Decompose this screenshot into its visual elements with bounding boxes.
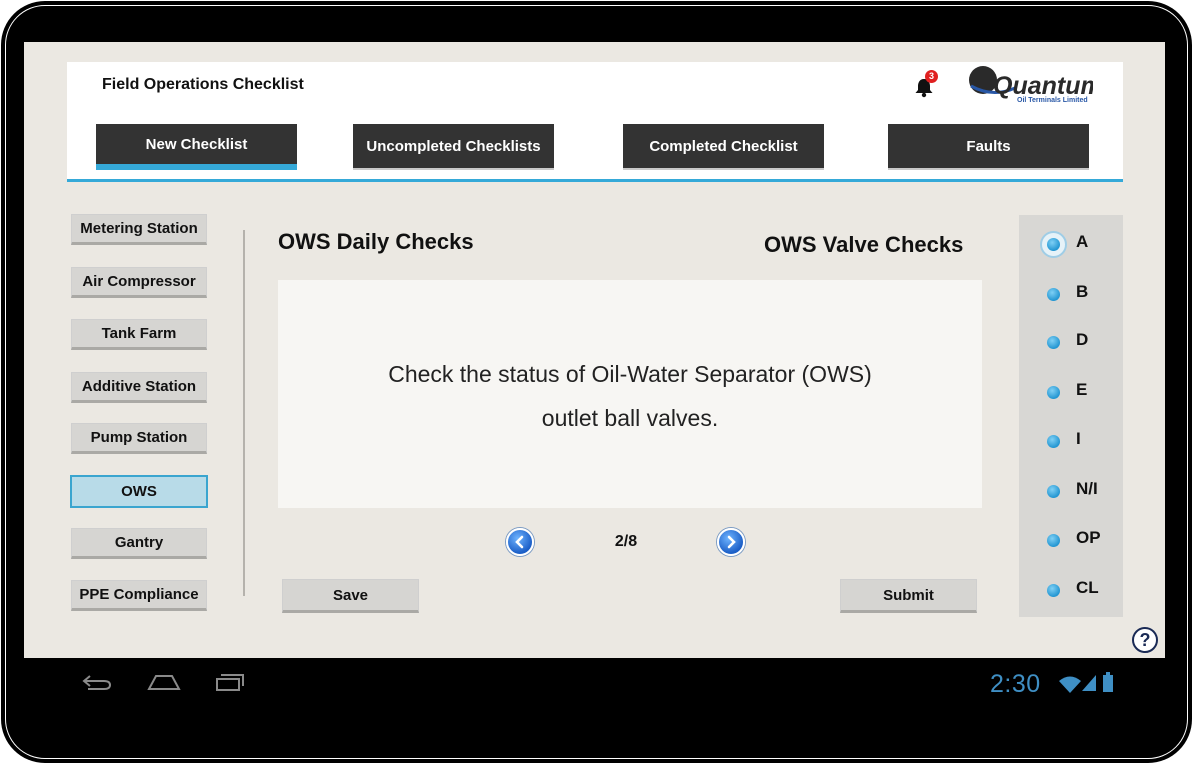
- question-line-1: Check the status of Oil-Water Separator …: [388, 361, 872, 387]
- tab-new-checklist[interactable]: New Checklist: [96, 124, 297, 170]
- option-label: B: [1076, 282, 1089, 301]
- option-a[interactable]: A: [1019, 229, 1123, 258]
- subsection-title: OWS Valve Checks: [764, 232, 964, 257]
- previous-question-button[interactable]: [506, 528, 534, 556]
- option-label: I: [1076, 429, 1081, 448]
- app-screen: Field Operations Checklist 3 Quantum Oil…: [24, 42, 1165, 658]
- sidebar-divider: [243, 230, 245, 596]
- next-question-button[interactable]: [717, 528, 745, 556]
- system-navigation-bar: 2:30: [24, 658, 1165, 712]
- home-icon[interactable]: [146, 672, 182, 692]
- logo-subtitle: Oil Terminals Limited: [1017, 97, 1088, 104]
- app-header: Field Operations Checklist 3 Quantum Oil…: [67, 62, 1123, 182]
- tab-faults[interactable]: Faults: [888, 124, 1089, 170]
- battery-icon: [1103, 672, 1113, 692]
- sidebar-item-pump-station[interactable]: Pump Station: [71, 423, 207, 454]
- question-text: Check the status of Oil-Water Separator …: [278, 352, 982, 440]
- radio-dot-icon: [1047, 238, 1060, 251]
- wifi-icon: [1059, 676, 1081, 693]
- option-label: N/I: [1076, 479, 1098, 498]
- section-title: OWS Daily Checks: [278, 229, 474, 254]
- sidebar-item-air-compressor[interactable]: Air Compressor: [71, 267, 207, 298]
- chevron-left-icon: [515, 535, 524, 549]
- help-icon[interactable]: ?: [1132, 627, 1158, 653]
- question-card: Check the status of Oil-Water Separator …: [278, 280, 982, 508]
- back-icon[interactable]: [80, 672, 114, 692]
- app-title: Field Operations Checklist: [102, 76, 304, 93]
- option-label: E: [1076, 380, 1088, 399]
- save-button[interactable]: Save: [282, 579, 419, 613]
- option-label: D: [1076, 330, 1089, 349]
- sidebar-item-additive-station[interactable]: Additive Station: [71, 372, 207, 403]
- sidebar-item-tank-farm[interactable]: Tank Farm: [71, 319, 207, 350]
- answer-options-panel: A B D E I N/I OP CL: [1019, 215, 1123, 617]
- sidebar-item-ppe-compliance[interactable]: PPE Compliance: [71, 580, 207, 611]
- notification-badge: 3: [925, 70, 938, 83]
- signal-icon: [1082, 675, 1096, 691]
- sidebar-item-metering-station[interactable]: Metering Station: [71, 214, 207, 245]
- tab-completed-checklist[interactable]: Completed Checklist: [623, 124, 824, 170]
- sidebar-item-gantry[interactable]: Gantry: [71, 528, 207, 559]
- radio-dot-icon: [1047, 584, 1060, 597]
- option-label: CL: [1076, 578, 1099, 597]
- option-ni[interactable]: N/I: [1019, 476, 1123, 504]
- option-label: A: [1076, 232, 1089, 251]
- radio-dot-icon: [1047, 485, 1060, 498]
- recent-apps-icon[interactable]: [214, 672, 246, 692]
- option-label: OP: [1076, 528, 1101, 547]
- option-d[interactable]: D: [1019, 327, 1123, 355]
- option-op[interactable]: OP: [1019, 525, 1123, 553]
- chevron-right-icon: [727, 535, 736, 549]
- radio-dot-icon: [1047, 435, 1060, 448]
- option-b[interactable]: B: [1019, 279, 1123, 307]
- tab-uncompleted-checklists[interactable]: Uncompleted Checklists: [353, 124, 554, 170]
- sidebar-item-ows[interactable]: OWS: [70, 475, 208, 508]
- submit-button[interactable]: Submit: [840, 579, 977, 613]
- status-clock: 2:30: [990, 670, 1041, 698]
- page-counter: 2/8: [614, 533, 638, 550]
- radio-dot-icon: [1047, 534, 1060, 547]
- option-e[interactable]: E: [1019, 377, 1123, 405]
- option-cl[interactable]: CL: [1019, 575, 1123, 603]
- option-i[interactable]: I: [1019, 426, 1123, 454]
- logo-wordmark: Quantum: [993, 72, 1093, 100]
- radio-dot-icon: [1047, 288, 1060, 301]
- radio-dot-icon: [1047, 336, 1060, 349]
- radio-dot-icon: [1047, 386, 1060, 399]
- question-line-2: outlet ball valves.: [541, 405, 719, 431]
